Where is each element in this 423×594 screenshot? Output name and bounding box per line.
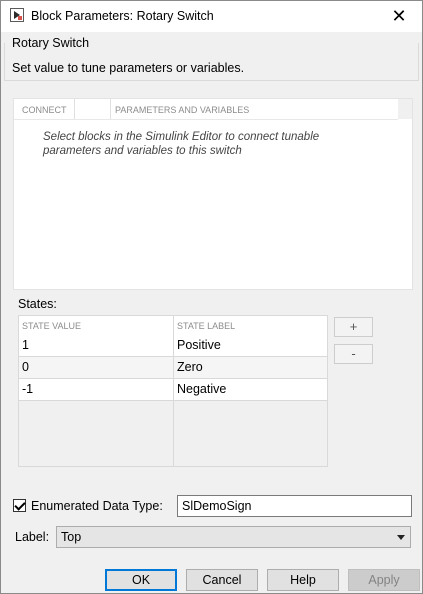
state-label-cell[interactable]: Negative <box>177 382 226 396</box>
cancel-button[interactable]: Cancel <box>186 569 258 591</box>
label-dropdown-value: Top <box>61 530 82 544</box>
checkmark-icon <box>14 499 26 511</box>
group-title: Rotary Switch <box>12 36 90 50</box>
column-header-state-label[interactable]: STATE LABEL <box>177 321 235 331</box>
enumerated-label: Enumerated Data Type: <box>31 499 163 513</box>
state-value-cell[interactable]: -1 <box>22 382 33 396</box>
column-divider <box>173 316 174 466</box>
connect-table-header: CONNECT PARAMETERS AND VARIABLES <box>14 99 398 120</box>
enumerated-type-input[interactable] <box>177 495 412 517</box>
apply-button[interactable]: Apply <box>348 569 420 591</box>
add-state-button[interactable]: + <box>334 317 373 337</box>
chevron-down-icon <box>397 535 405 540</box>
states-label: States: <box>18 297 57 311</box>
window-title: Block Parameters: Rotary Switch <box>31 9 214 23</box>
column-header-state-value[interactable]: STATE VALUE <box>22 321 81 331</box>
title-bar: Block Parameters: Rotary Switch ✕ <box>1 1 422 32</box>
ok-button[interactable]: OK <box>105 569 177 591</box>
connect-empty-message: Select blocks in the Simulink Editor to … <box>43 131 320 157</box>
enumerated-checkbox[interactable] <box>13 499 26 512</box>
column-header-parameters[interactable]: PARAMETERS AND VARIABLES <box>115 105 249 115</box>
connect-panel: CONNECT PARAMETERS AND VARIABLES Select … <box>13 98 413 290</box>
state-label-cell[interactable]: Positive <box>177 338 221 352</box>
column-header-connect[interactable]: CONNECT <box>22 105 67 115</box>
help-button[interactable]: Help <box>267 569 339 591</box>
simulink-app-icon <box>10 8 24 22</box>
remove-state-button[interactable]: - <box>334 344 373 364</box>
state-value-cell[interactable]: 1 <box>22 338 29 352</box>
states-table: STATE VALUE STATE LABEL 1 Positive 0 Zer… <box>18 315 328 467</box>
label-field-label: Label: <box>15 530 50 544</box>
group-description: Set value to tune parameters or variable… <box>12 61 245 75</box>
label-dropdown[interactable]: Top <box>56 526 411 548</box>
state-value-cell[interactable]: 0 <box>22 360 29 374</box>
state-label-cell[interactable]: Zero <box>177 360 203 374</box>
dialog-window: Block Parameters: Rotary Switch ✕ Rotary… <box>0 0 423 594</box>
connect-scrollbar[interactable] <box>398 99 412 119</box>
close-icon[interactable]: ✕ <box>376 1 422 32</box>
